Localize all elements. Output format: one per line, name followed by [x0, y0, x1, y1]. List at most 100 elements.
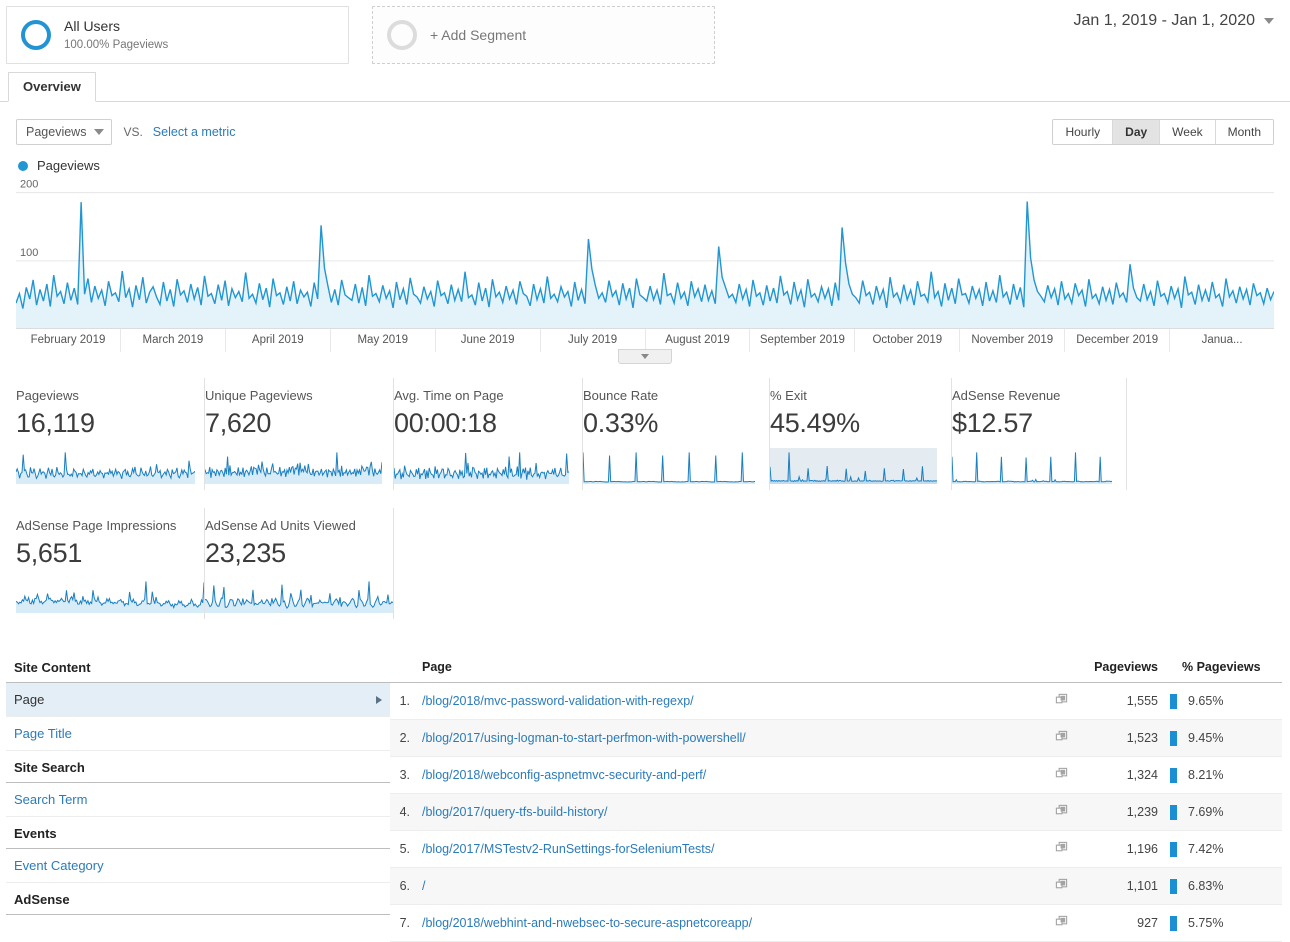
metric-card[interactable]: Bounce Rate 0.33%: [583, 378, 770, 490]
metric-card[interactable]: AdSense Page Impressions 5,651: [16, 508, 205, 620]
chart-collapse-button[interactable]: [618, 349, 672, 364]
page-link[interactable]: /blog/2018/mvc-password-validation-with-…: [422, 694, 694, 708]
metric-card-label: Unique Pageviews: [205, 388, 379, 403]
chart-plot-area[interactable]: 100200: [16, 179, 1274, 329]
pct-value: 7.42%: [1188, 842, 1223, 856]
vs-label: VS.: [123, 125, 142, 139]
page-link[interactable]: /blog/2018/webhint-and-nwebsec-to-secure…: [422, 916, 752, 930]
table-row[interactable]: 3. /blog/2018/webconfig-aspnetmvc-securit…: [390, 757, 1282, 794]
metric-card-sparkline: [205, 448, 379, 484]
granularity-button-group: Hourly Day Week Month: [1052, 119, 1274, 145]
row-page-cell: /blog/2018/webhint-and-nwebsec-to-secure…: [416, 905, 1044, 942]
row-open-icon-cell[interactable]: [1044, 720, 1078, 757]
add-segment-label: + Add Segment: [430, 27, 526, 43]
metric-card-sparkline: [16, 448, 190, 484]
page-link[interactable]: /: [422, 879, 425, 893]
row-pct-pageviews: 5.75%: [1164, 905, 1282, 942]
table-header-index: [390, 651, 416, 683]
metric-card-sparkline: [583, 448, 755, 484]
table-row[interactable]: 4./blog/2017/query-tfs-build-history/1,2…: [390, 794, 1282, 831]
metric-card[interactable]: Avg. Time on Page 00:00:18: [394, 378, 583, 490]
table-row[interactable]: 7./blog/2018/webhint-and-nwebsec-to-secu…: [390, 905, 1282, 942]
chevron-right-icon: [376, 696, 382, 704]
x-tick-label: December 2019: [1064, 329, 1169, 352]
tab-strip: Overview: [0, 72, 1290, 102]
sidebar-item-page-title[interactable]: Page Title: [6, 717, 390, 751]
metric-card[interactable]: AdSense Ad Units Viewed 23,235: [205, 508, 394, 620]
pct-bar: [1170, 805, 1177, 820]
open-in-new-icon[interactable]: [1055, 878, 1068, 894]
metric-card[interactable]: Pageviews 16,119: [16, 378, 205, 490]
row-open-icon-cell[interactable]: [1044, 794, 1078, 831]
metric-card-value: 16,119: [16, 409, 190, 439]
row-open-icon-cell[interactable]: [1044, 831, 1078, 868]
segment-card-all-users[interactable]: All Users 100.00% Pageviews: [6, 6, 349, 64]
row-pct-pageviews: 9.65%: [1164, 683, 1282, 720]
table-header-pct-pageviews[interactable]: % Pageviews: [1164, 651, 1282, 683]
x-tick-label: May 2019: [330, 329, 435, 352]
table-row[interactable]: 6./1,1016.83%: [390, 868, 1282, 905]
pages-table-pane: Page Pageviews % Pageviews 1./blog/2018/…: [390, 651, 1290, 942]
primary-metric-select[interactable]: Pageviews: [16, 119, 112, 145]
row-open-icon-cell[interactable]: [1044, 683, 1078, 720]
table-row[interactable]: 5./blog/2017/MSTestv2-RunSettings-forSel…: [390, 831, 1282, 868]
segment-title: All Users: [64, 17, 168, 36]
open-in-new-icon[interactable]: [1055, 693, 1068, 709]
table-header-icon: [1044, 651, 1078, 683]
row-open-icon-cell[interactable]: [1044, 905, 1078, 942]
pct-value: 9.45%: [1188, 731, 1223, 745]
page-link[interactable]: /blog/2017/MSTestv2-RunSettings-forSelen…: [422, 842, 715, 856]
x-tick-label: November 2019: [959, 329, 1064, 352]
metric-cards-region: Pageviews 16,119 Unique Pageviews 7,620 …: [0, 378, 1290, 619]
add-segment-button[interactable]: + Add Segment: [372, 6, 715, 64]
granularity-month-button[interactable]: Month: [1216, 120, 1273, 144]
chart-svg: 100200: [16, 179, 1274, 329]
metric-card-value: 00:00:18: [394, 409, 568, 439]
chart-x-axis: February 2019 March 2019 April 2019 May …: [16, 328, 1274, 352]
select-a-metric-link[interactable]: Select a metric: [153, 125, 236, 139]
metric-cards-row-1: Pageviews 16,119 Unique Pageviews 7,620 …: [16, 378, 1274, 490]
dimension-sidebar: Site Content Page Page Title Site Search…: [0, 651, 390, 942]
chevron-down-icon: [1264, 18, 1274, 24]
metric-card[interactable]: Unique Pageviews 7,620: [205, 378, 394, 490]
sidebar-item-search-term[interactable]: Search Term: [6, 783, 390, 817]
sidebar-item-page[interactable]: Page: [6, 683, 390, 717]
row-open-icon-cell[interactable]: [1044, 757, 1078, 794]
table-header-page[interactable]: Page: [416, 651, 1044, 683]
metric-card-selected[interactable]: % Exit 45.49%: [770, 378, 952, 490]
open-in-new-icon[interactable]: [1055, 804, 1068, 820]
row-pageviews: 1,324: [1078, 757, 1164, 794]
table-header-pageviews[interactable]: Pageviews: [1078, 651, 1164, 683]
sidebar-item-label: Search Term: [14, 792, 87, 807]
svg-text:100: 100: [20, 247, 38, 259]
open-in-new-icon: [1055, 693, 1068, 706]
row-pageviews: 1,523: [1078, 720, 1164, 757]
row-index: 3.: [390, 757, 416, 794]
granularity-hourly-button[interactable]: Hourly: [1053, 120, 1113, 144]
row-pageviews: 927: [1078, 905, 1164, 942]
open-in-new-icon[interactable]: [1055, 841, 1068, 857]
page-link[interactable]: /blog/2018/webconfig-aspnetmvc-security-…: [422, 768, 706, 782]
table-row[interactable]: 2./blog/2017/using-logman-to-start-perfm…: [390, 720, 1282, 757]
row-page-cell: /: [416, 868, 1044, 905]
table-row[interactable]: 1./blog/2018/mvc-password-validation-wit…: [390, 683, 1282, 720]
open-in-new-icon[interactable]: [1055, 915, 1068, 931]
page-link[interactable]: /blog/2017/using-logman-to-start-perfmon…: [422, 731, 746, 745]
row-open-icon-cell[interactable]: [1044, 868, 1078, 905]
open-in-new-icon[interactable]: [1055, 767, 1068, 783]
granularity-week-button[interactable]: Week: [1160, 120, 1215, 144]
open-in-new-icon[interactable]: [1055, 730, 1068, 746]
tab-overview[interactable]: Overview: [8, 72, 96, 102]
sidebar-group-header: AdSense: [6, 883, 390, 915]
granularity-day-button[interactable]: Day: [1113, 120, 1160, 144]
chart-legend: Pageviews: [18, 158, 1274, 173]
metric-card[interactable]: AdSense Revenue $12.57: [952, 378, 1127, 490]
date-range-picker[interactable]: Jan 1, 2019 - Jan 1, 2020: [1074, 12, 1274, 30]
page-link[interactable]: /blog/2017/query-tfs-build-history/: [422, 805, 608, 819]
open-in-new-icon: [1055, 730, 1068, 743]
metric-card-label: Avg. Time on Page: [394, 388, 568, 403]
row-page-cell: /blog/2017/MSTestv2-RunSettings-forSelen…: [416, 831, 1044, 868]
row-index: 6.: [390, 868, 416, 905]
sidebar-item-event-category[interactable]: Event Category: [6, 849, 390, 883]
row-pageviews: 1,101: [1078, 868, 1164, 905]
